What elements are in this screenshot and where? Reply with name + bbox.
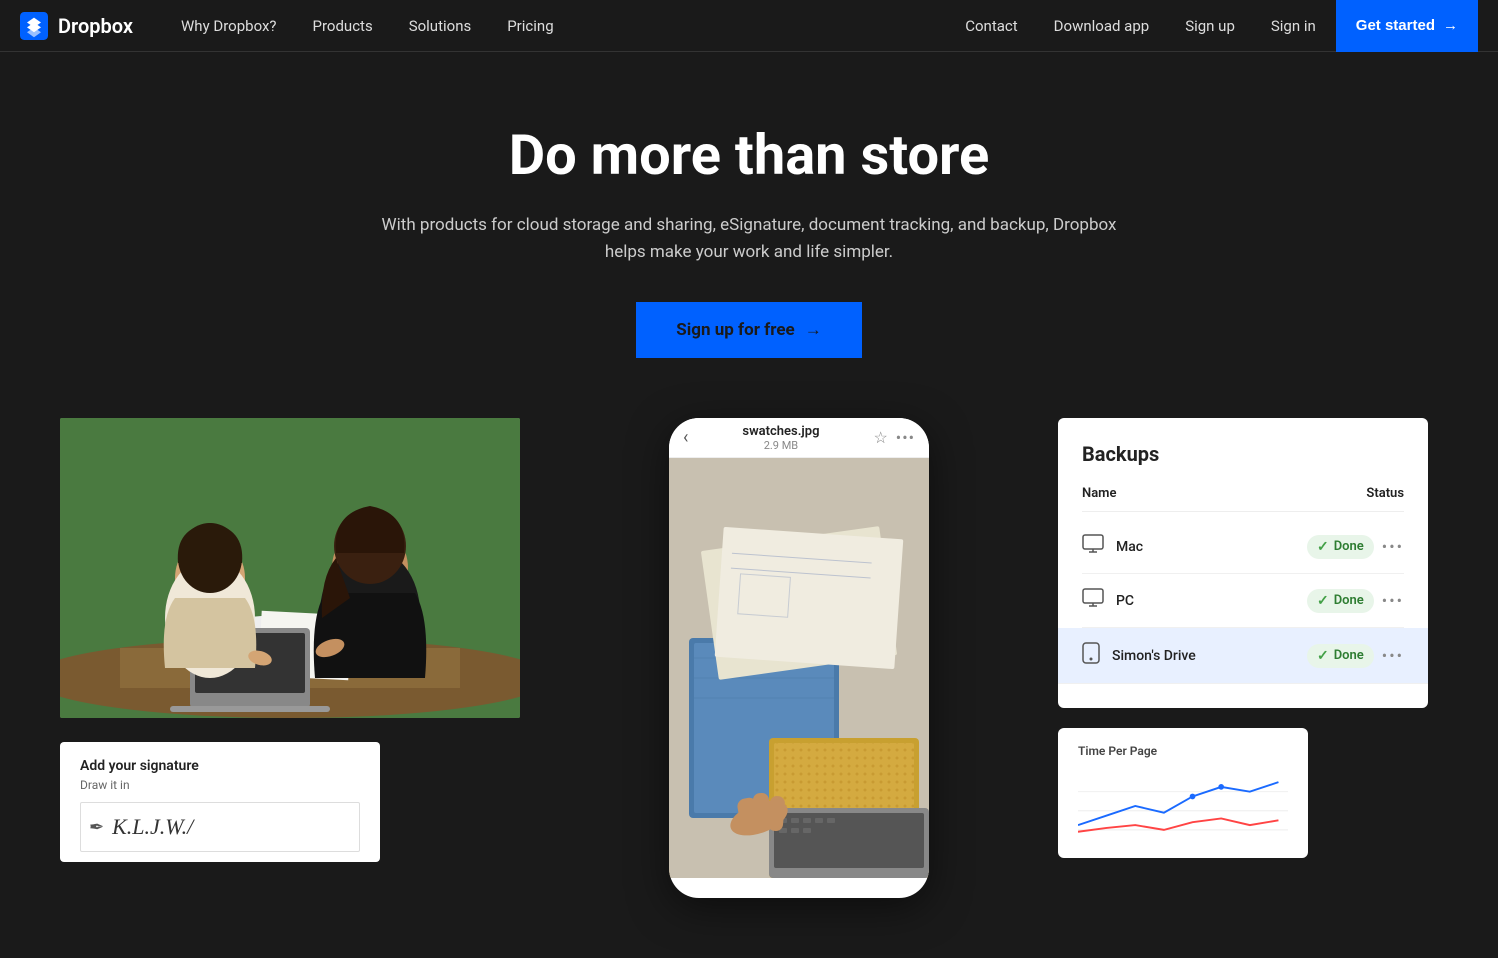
backup-col-status-header: Status: [1366, 486, 1404, 501]
phone-mockup: ‹ swatches.jpg 2.9 MB ☆ •••: [669, 418, 929, 898]
backup-row-simon-left: Simon's Drive: [1082, 642, 1196, 669]
phone-filesize: 2.9 MB: [764, 439, 798, 452]
swatches-illustration: [669, 458, 929, 878]
mac-row-more-button[interactable]: •••: [1382, 537, 1404, 556]
backup-title: Backups: [1082, 442, 1404, 466]
simon-status-badge: ✓ Done: [1307, 644, 1374, 668]
backup-row-pc-left: PC: [1082, 588, 1134, 613]
phone-title-group: swatches.jpg 2.9 MB: [742, 424, 819, 452]
left-column: Add your signature Draw it in ✒ K.L.J.W.…: [60, 418, 540, 862]
backup-col-name-header: Name: [1082, 486, 1116, 501]
chart-svg: [1078, 766, 1288, 846]
backup-row-simons-drive: Simon's Drive ✓ Done •••: [1058, 628, 1428, 684]
backup-header-row: Name Status: [1082, 486, 1404, 512]
pc-status-badge: ✓ Done: [1307, 589, 1374, 613]
signature-title: Add your signature: [80, 758, 360, 774]
backup-row-mac-left: Mac: [1082, 534, 1143, 559]
check-icon-simon: ✓: [1317, 648, 1329, 664]
pc-device-name: PC: [1116, 593, 1134, 609]
pc-row-more-button[interactable]: •••: [1382, 591, 1404, 610]
logo[interactable]: Dropbox: [20, 12, 133, 40]
get-started-button[interactable]: Get started →: [1336, 0, 1478, 52]
backup-row-pc-right: ✓ Done •••: [1307, 589, 1404, 613]
more-options-icon[interactable]: •••: [896, 428, 915, 447]
backup-card: Backups Name Status Mac: [1058, 418, 1428, 708]
simon-row-more-button[interactable]: •••: [1382, 646, 1404, 665]
content-section: Add your signature Draw it in ✒ K.L.J.W.…: [0, 418, 1498, 958]
nav-link-products[interactable]: Products: [295, 0, 391, 52]
nav-links-left: Why Dropbox? Products Solutions Pricing: [163, 0, 572, 52]
signature-subtitle: Draw it in: [80, 778, 360, 792]
nav-link-solutions[interactable]: Solutions: [391, 0, 490, 52]
people-illustration: [60, 418, 520, 718]
phone-filename: swatches.jpg: [742, 424, 819, 439]
pen-icon: ✒: [89, 817, 104, 838]
star-icon[interactable]: ☆: [873, 428, 887, 447]
nav-link-signin[interactable]: Sign in: [1255, 0, 1332, 52]
backup-row-mac-right: ✓ Done •••: [1307, 535, 1404, 559]
nav-link-why-dropbox[interactable]: Why Dropbox?: [163, 0, 295, 52]
nav-links-right: Contact Download app Sign up Sign in Get…: [949, 0, 1478, 52]
chart-card: Time Per Page: [1058, 728, 1308, 858]
backup-row-pc: PC ✓ Done •••: [1082, 574, 1404, 628]
hero-section: Do more than store With products for clo…: [0, 52, 1498, 418]
monitor-icon-pc: [1082, 588, 1104, 613]
navbar: Dropbox Why Dropbox? Products Solutions …: [0, 0, 1498, 52]
backup-row-simon-right: ✓ Done •••: [1307, 644, 1404, 668]
hero-headline: Do more than store: [20, 122, 1478, 188]
backup-row-mac: Mac ✓ Done •••: [1082, 520, 1404, 574]
simons-drive-name: Simon's Drive: [1112, 648, 1196, 664]
signature-preview: K.L.J.W./: [112, 814, 193, 840]
phone-icon-simon: [1082, 642, 1100, 669]
people-photo: [60, 418, 520, 718]
mac-status-badge: ✓ Done: [1307, 535, 1374, 559]
nav-link-contact[interactable]: Contact: [949, 0, 1033, 52]
middle-column: ‹ swatches.jpg 2.9 MB ☆ •••: [580, 418, 1018, 898]
check-icon-pc: ✓: [1317, 593, 1329, 609]
mac-device-name: Mac: [1116, 539, 1143, 555]
chart-area: [1078, 766, 1288, 846]
signature-card: Add your signature Draw it in ✒ K.L.J.W.…: [60, 742, 380, 862]
brand-name: Dropbox: [58, 14, 133, 38]
chart-title: Time Per Page: [1078, 744, 1288, 758]
nav-link-signup[interactable]: Sign up: [1169, 0, 1251, 52]
phone-actions: ☆ •••: [873, 428, 915, 447]
check-icon-mac: ✓: [1317, 539, 1329, 555]
hero-subtext: With products for cloud storage and shar…: [369, 212, 1129, 266]
signature-box[interactable]: ✒ K.L.J.W./: [80, 802, 360, 852]
phone-image-area: [669, 458, 929, 878]
monitor-icon-mac: [1082, 534, 1104, 559]
hero-cta-button[interactable]: Sign up for free →: [636, 302, 861, 358]
dropbox-logo-icon: [20, 12, 48, 40]
phone-topbar: ‹ swatches.jpg 2.9 MB ☆ •••: [669, 418, 929, 458]
nav-link-pricing[interactable]: Pricing: [489, 0, 571, 52]
nav-link-download[interactable]: Download app: [1038, 0, 1166, 52]
right-column: Backups Name Status Mac: [1058, 418, 1438, 858]
hero-photo: [60, 418, 520, 718]
back-button[interactable]: ‹: [683, 427, 688, 448]
